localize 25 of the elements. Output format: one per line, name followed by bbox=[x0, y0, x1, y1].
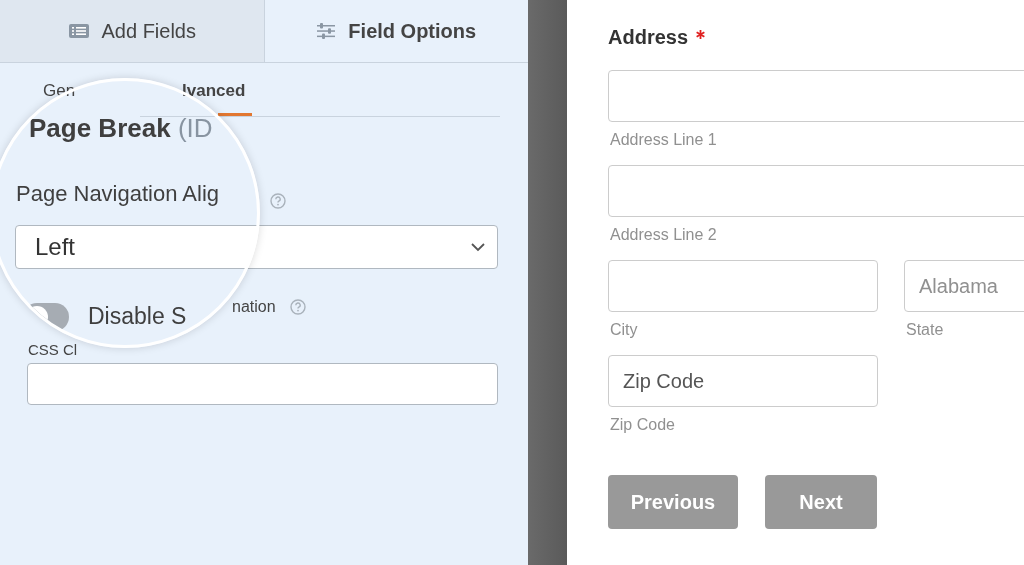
css-class-input[interactable] bbox=[27, 363, 498, 405]
field-label: CSS Cl bbox=[28, 341, 78, 359]
tab-indicator bbox=[218, 113, 252, 116]
chevron-down-icon bbox=[471, 242, 485, 252]
panel-tab[interactable]: Add Fields bbox=[0, 0, 265, 62]
address-line-2-input[interactable] bbox=[608, 165, 1024, 217]
sliders-icon bbox=[316, 23, 337, 39]
sublabel: City bbox=[610, 321, 639, 340]
list-icon bbox=[67, 23, 90, 39]
address-line-1-input[interactable] bbox=[608, 70, 1024, 122]
field-label: Page Navigation Alig bbox=[16, 181, 220, 207]
help-icon[interactable] bbox=[270, 193, 286, 209]
zip-code-input[interactable]: Zip Code bbox=[608, 355, 878, 407]
sublabel: State bbox=[906, 321, 945, 340]
help-icon[interactable] bbox=[289, 299, 306, 315]
sublabel: Address Line 1 bbox=[610, 131, 718, 150]
sublabel: Address Line 2 bbox=[610, 226, 718, 245]
option-label: nation bbox=[232, 298, 276, 316]
sub-tab[interactable]: lvanced bbox=[182, 81, 246, 101]
toggle-label: Disable S bbox=[88, 303, 187, 330]
city-input[interactable] bbox=[608, 260, 878, 312]
alignment-select[interactable]: Left bbox=[15, 225, 498, 269]
field-label: Address bbox=[608, 26, 689, 49]
sublabel: Zip Code bbox=[610, 416, 676, 435]
field-title: Page Break (ID bbox=[29, 113, 213, 144]
